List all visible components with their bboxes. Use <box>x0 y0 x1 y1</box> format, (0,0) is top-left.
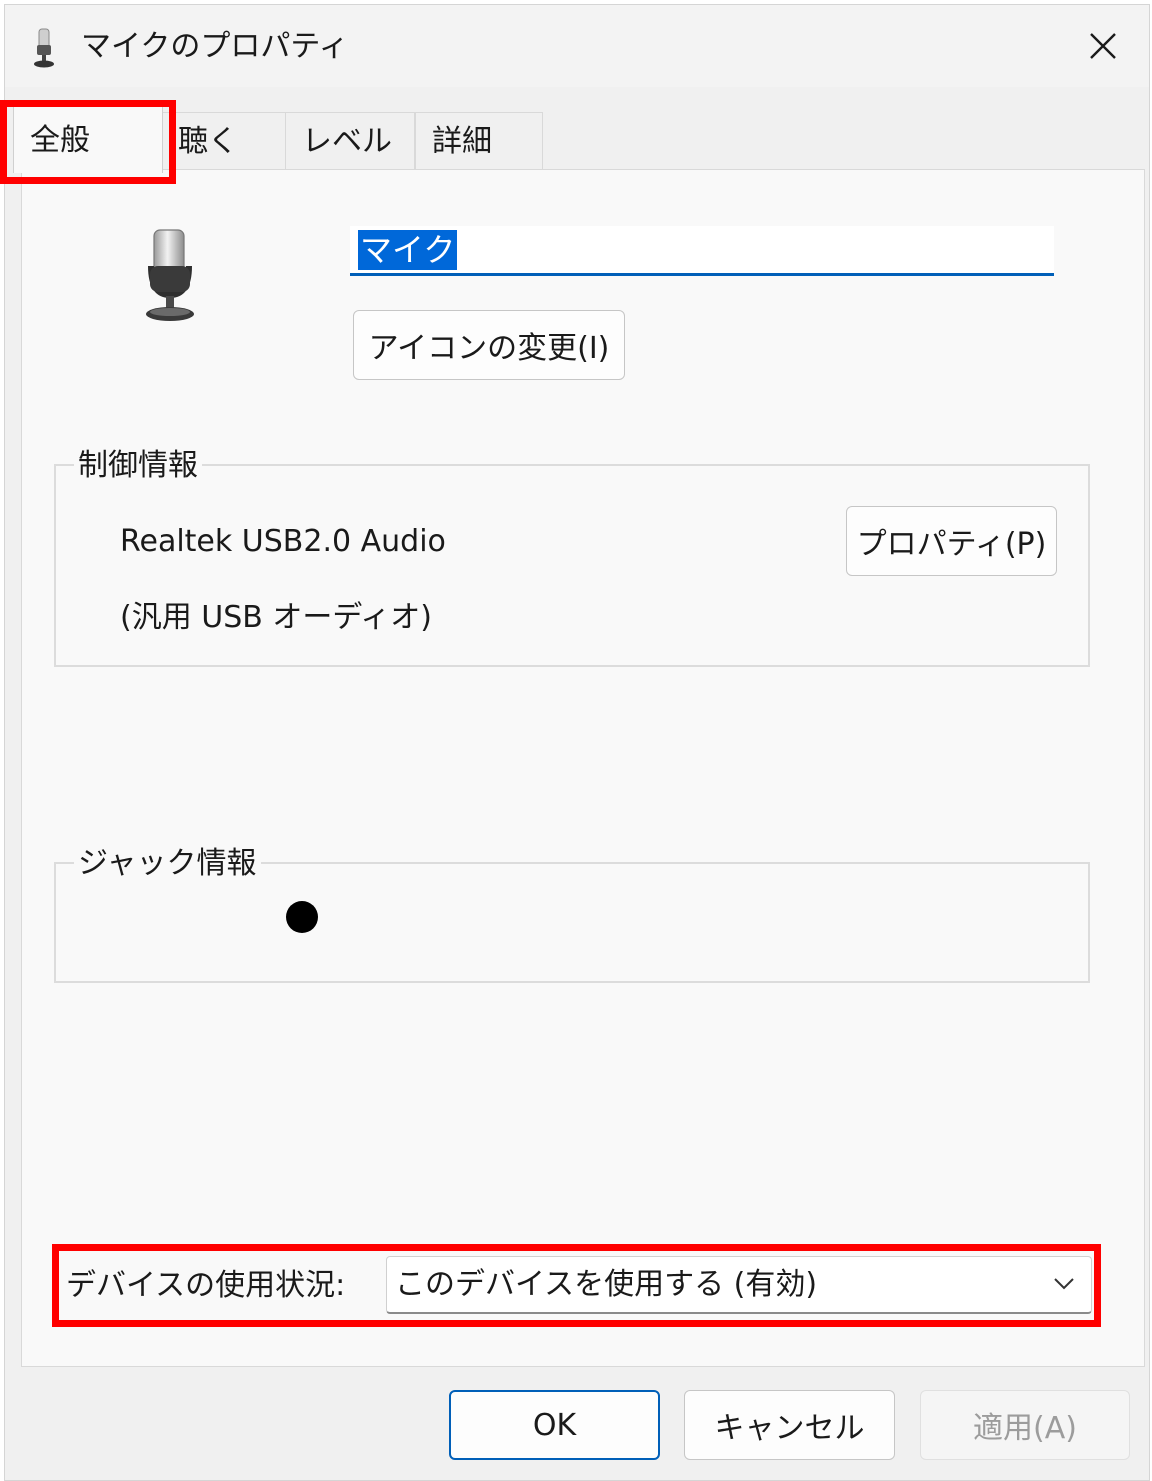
controller-info-legend: 制御情報 <box>74 446 202 486</box>
controller-properties-button[interactable]: プロパティ(P) <box>846 506 1057 576</box>
close-icon <box>1090 33 1116 59</box>
device-usage-value: このデバイスを使用する (有効) <box>395 1267 818 1302</box>
tab-levels[interactable]: レベル <box>285 112 415 170</box>
device-microphone-icon <box>146 229 194 321</box>
change-icon-button[interactable]: アイコンの変更(I) <box>353 310 625 380</box>
tab-general[interactable]: 全般 <box>13 105 163 173</box>
jack-info-legend: ジャック情報 <box>74 844 261 884</box>
window-title: マイクのプロパティ <box>81 29 349 64</box>
title-bar: マイクのプロパティ <box>5 5 1149 87</box>
device-name-value: マイク <box>358 230 458 270</box>
cancel-button[interactable]: キャンセル <box>684 1390 895 1460</box>
tab-listen[interactable]: 聴く <box>161 112 287 170</box>
device-usage-label: デバイスの使用状況: <box>66 1268 346 1303</box>
apply-button[interactable]: 適用(A) <box>920 1390 1130 1460</box>
controller-driver-name: (汎用 USB オーディオ) <box>120 600 432 635</box>
microphone-icon <box>34 28 54 68</box>
device-name-input[interactable]: マイク <box>350 226 1054 276</box>
controller-device-name: Realtek USB2.0 Audio <box>120 524 446 559</box>
jack-color-indicator <box>286 901 318 933</box>
tab-advanced[interactable]: 詳細 <box>415 112 543 170</box>
device-usage-select[interactable]: このデバイスを使用する (有効) <box>386 1256 1092 1314</box>
ok-button[interactable]: OK <box>449 1390 660 1460</box>
close-button[interactable] <box>1057 5 1149 87</box>
chevron-down-icon <box>1054 1278 1074 1290</box>
